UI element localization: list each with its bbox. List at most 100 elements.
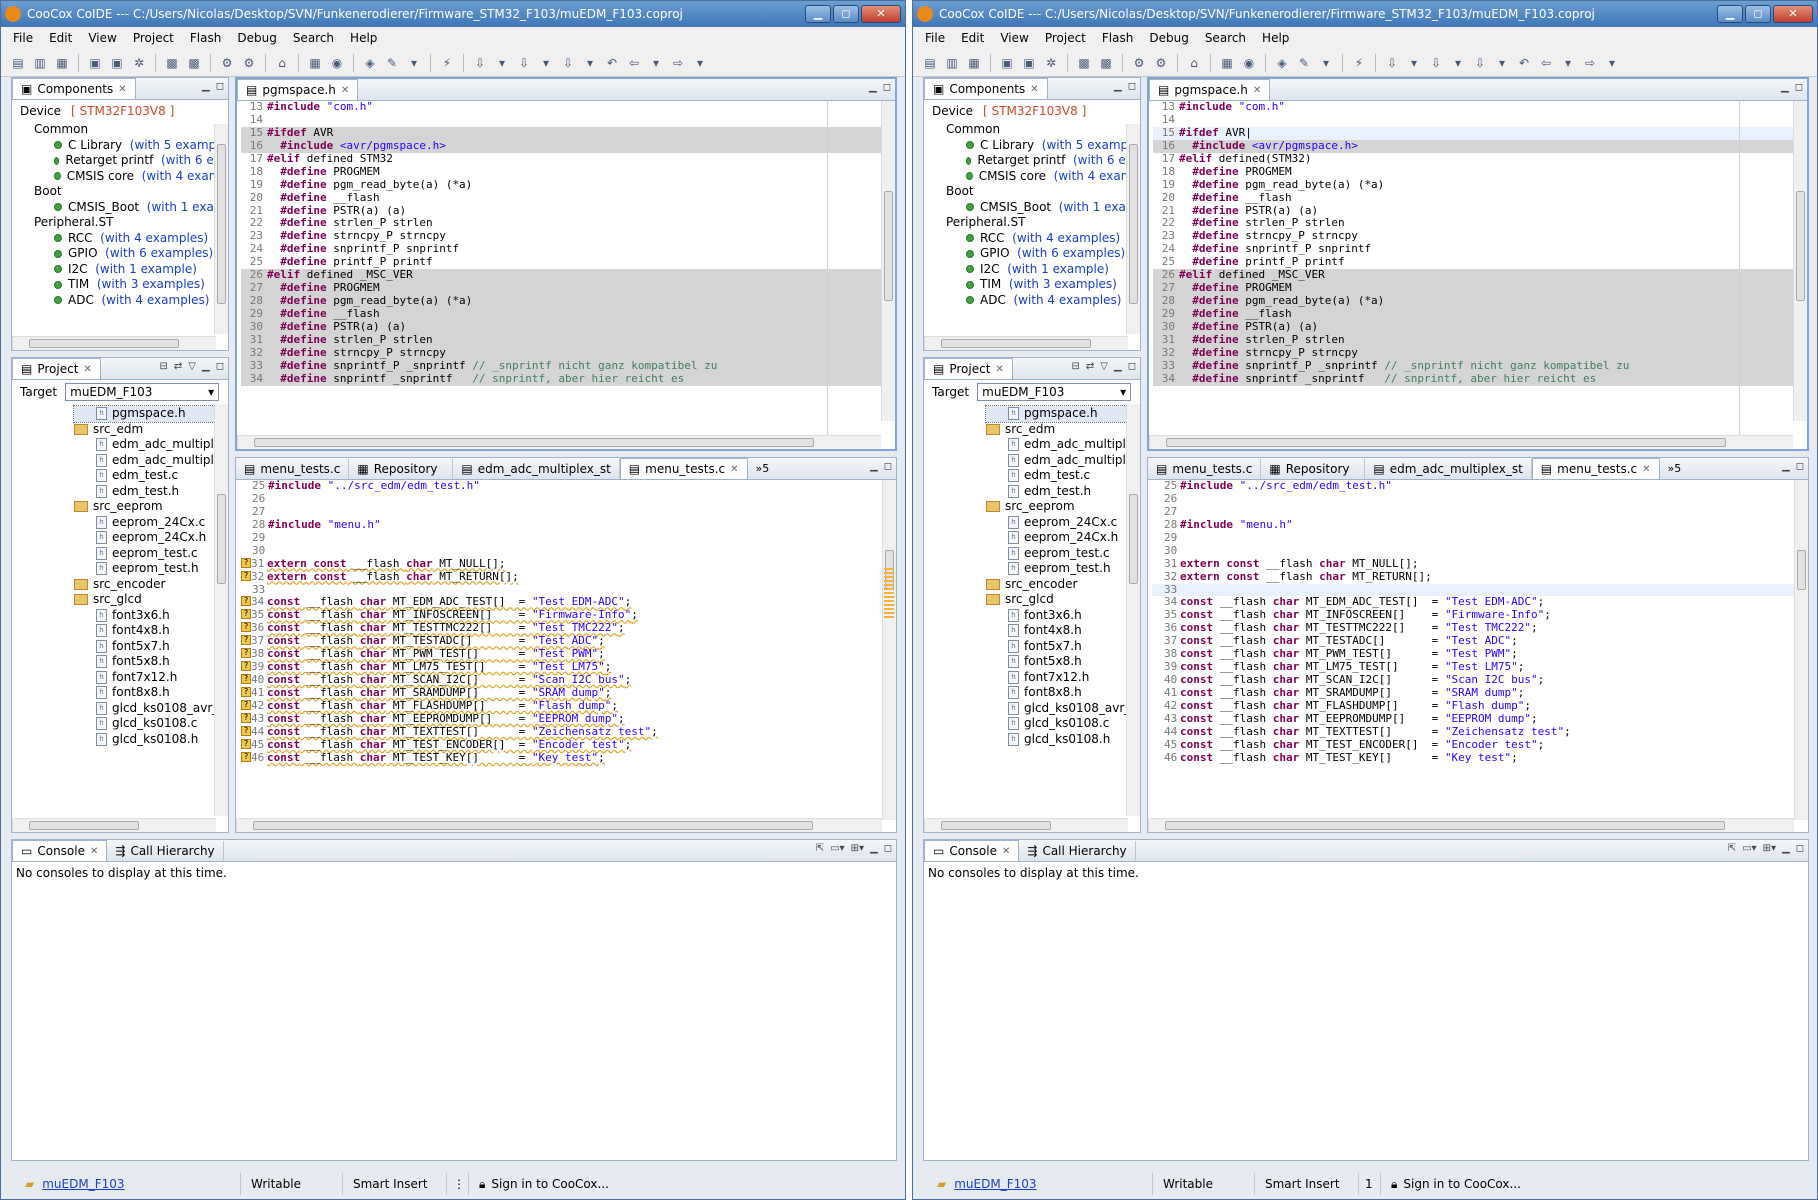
editor-vscrollbar[interactable] [1793, 101, 1807, 421]
toolbar-button-icon[interactable]: ✲ [130, 54, 148, 72]
device-value[interactable]: [ STM32F103V8 ] [71, 104, 174, 118]
minimize-view-icon[interactable]: ▁ [1782, 461, 1790, 472]
component-group[interactable]: Common [34, 122, 228, 138]
toolbar-button-icon[interactable]: ↶ [603, 54, 621, 72]
toolbar-button-icon[interactable]: ⚙ [218, 54, 236, 72]
menu-help[interactable]: Help [1254, 31, 1297, 45]
collapse-all-icon[interactable]: ⊟ [1072, 361, 1080, 372]
menu-flash[interactable]: Flash [1094, 31, 1141, 45]
toolbar-button-icon[interactable]: ◉ [328, 54, 346, 72]
editor-vscrollbar[interactable] [882, 480, 896, 820]
status-project[interactable]: ▰ muEDM_F103 [913, 1173, 1153, 1195]
view-menu-icon[interactable]: ▽ [188, 361, 196, 372]
component-examples-link[interactable]: (with 6 examples) [105, 246, 213, 262]
toolbar-button-icon[interactable]: ◉ [1240, 54, 1258, 72]
project-tree-item[interactable]: h font7x12.h [74, 670, 228, 686]
display-console-icon[interactable]: ▭▾ [1742, 843, 1756, 854]
toolbar-button-icon[interactable]: ⇩ [1471, 54, 1489, 72]
close-button[interactable]: ✕ [1773, 5, 1813, 23]
editor-hscrollbar[interactable] [236, 818, 882, 832]
project-tree-item[interactable]: h edm_adc_multiple [986, 453, 1140, 469]
menu-view[interactable]: View [992, 31, 1036, 45]
code-area[interactable]: 13 #include "com.h" 14 15 #ifdef AVR| 16 #inc… [1149, 100, 1807, 386]
component-group[interactable]: Common [946, 122, 1140, 138]
component-group[interactable]: Peripheral.ST [34, 215, 228, 231]
target-select[interactable]: muEDM_F103 ▾ [977, 383, 1132, 401]
warning-icon[interactable]: ? [241, 622, 251, 633]
project-tree-item[interactable]: h font5x8.h [74, 654, 228, 670]
component-item[interactable]: ADC (with 4 examples) [34, 293, 228, 309]
project-tree-item[interactable]: h edm_test.c [986, 468, 1140, 484]
toolbar-button-icon[interactable]: ▦ [306, 54, 324, 72]
component-item[interactable]: I2C (with 1 example) [34, 262, 228, 278]
close-icon[interactable]: ✕ [995, 364, 1003, 375]
close-icon[interactable]: ✕ [1002, 846, 1010, 857]
open-console-icon[interactable]: ⊞▾ [1763, 843, 1776, 854]
project-tree-item[interactable]: h font4x8.h [74, 623, 228, 639]
tab-project[interactable]: ▤ Project ✕ [924, 358, 1013, 379]
toolbar-button-icon[interactable]: ▣ [108, 54, 126, 72]
menu-help[interactable]: Help [342, 31, 385, 45]
toolbar-button-icon[interactable]: ⇨ [1581, 54, 1599, 72]
maximize-button[interactable]: ◻ [833, 5, 859, 23]
menu-search[interactable]: Search [1197, 31, 1254, 45]
project-hscrollbar[interactable] [924, 818, 1128, 832]
toolbar-button-icon[interactable]: ▣ [998, 54, 1016, 72]
toolbar-button-icon[interactable]: ▦ [53, 54, 71, 72]
menu-edit[interactable]: Edit [41, 31, 80, 45]
code-area[interactable]: 13 #include "com.h" 14 15 #ifdef AVR 16 #incl… [237, 100, 895, 386]
minimize-view-icon[interactable]: ▁ [870, 461, 878, 472]
toolbar-button-icon[interactable]: ◈ [1273, 54, 1291, 72]
component-item[interactable]: C Library (with 5 example [946, 138, 1140, 154]
toolbar-button-icon[interactable]: ▾ [1559, 54, 1577, 72]
project-tree-item[interactable]: h eeprom_24Cx.c [986, 515, 1140, 531]
toolbar-button-icon[interactable]: ▾ [647, 54, 665, 72]
component-item[interactable]: GPIO (with 6 examples) [34, 246, 228, 262]
project-tree-item[interactable]: h glcd_ks0108_avr_s [986, 701, 1140, 717]
tab-call-hierarchy[interactable]: ⇶ Call Hierarchy [1019, 841, 1136, 861]
maximize-view-icon[interactable]: ◻ [1795, 82, 1803, 93]
close-icon[interactable]: ✕ [118, 84, 126, 95]
project-tree-item[interactable]: h glcd_ks0108.h [74, 732, 228, 748]
toolbar-button-icon[interactable]: ▥ [31, 54, 49, 72]
maximize-view-icon[interactable]: ◻ [1796, 461, 1804, 472]
close-icon[interactable]: ✕ [1253, 85, 1261, 96]
toolbar-button-icon[interactable]: ⚡ [438, 54, 456, 72]
component-examples-link[interactable]: (with 4 examples) [1012, 231, 1120, 247]
device-value[interactable]: [ STM32F103V8 ] [983, 104, 1086, 118]
project-tree-item[interactable]: src_eeprom [986, 499, 1140, 515]
toolbar-button-icon[interactable]: ⌂ [1185, 54, 1203, 72]
menu-file[interactable]: File [5, 31, 41, 45]
close-button[interactable]: ✕ [861, 5, 901, 23]
component-examples-link[interactable]: (with 6 examples) [1017, 246, 1125, 262]
maximize-view-icon[interactable]: ◻ [1128, 81, 1136, 92]
toolbar-button-icon[interactable]: ⇩ [559, 54, 577, 72]
link-editor-icon[interactable]: ⇄ [174, 361, 182, 372]
project-tree-item[interactable]: h font8x8.h [986, 685, 1140, 701]
menu-debug[interactable]: Debug [1141, 31, 1196, 45]
pin-console-icon[interactable]: ⇱ [816, 843, 824, 854]
component-group[interactable]: Boot [946, 184, 1140, 200]
maximize-view-icon[interactable]: ◻ [216, 81, 224, 92]
project-tree-item[interactable]: h font5x7.h [986, 639, 1140, 655]
project-tree-item[interactable]: h font5x7.h [74, 639, 228, 655]
menu-project[interactable]: Project [125, 31, 182, 45]
project-tree-item[interactable]: src_glcd [986, 592, 1140, 608]
toolbar-button-icon[interactable]: ▤ [921, 54, 939, 72]
project-tree-item[interactable]: h eeprom_test.h [986, 561, 1140, 577]
toolbar-button-icon[interactable]: ▾ [1603, 54, 1621, 72]
component-item[interactable]: RCC (with 4 examples) [34, 231, 228, 247]
maximize-view-icon[interactable]: ◻ [1128, 361, 1136, 372]
toolbar-button-icon[interactable]: ⇩ [515, 54, 533, 72]
maximize-view-icon[interactable]: ◻ [884, 461, 892, 472]
tab-components[interactable]: ▣ Components ✕ [12, 78, 136, 99]
project-tree-item[interactable]: h eeprom_24Cx.h [986, 530, 1140, 546]
component-item[interactable]: GPIO (with 6 examples) [946, 246, 1140, 262]
toolbar-button-icon[interactable]: ✎ [1295, 54, 1313, 72]
pin-console-icon[interactable]: ⇱ [1728, 843, 1736, 854]
project-tree-item[interactable]: h font7x12.h [986, 670, 1140, 686]
project-tree-item[interactable]: h font3x6.h [986, 608, 1140, 624]
components-vscrollbar[interactable] [214, 124, 228, 334]
components-hscrollbar[interactable] [924, 336, 1128, 350]
warning-icon[interactable]: ? [241, 751, 251, 762]
